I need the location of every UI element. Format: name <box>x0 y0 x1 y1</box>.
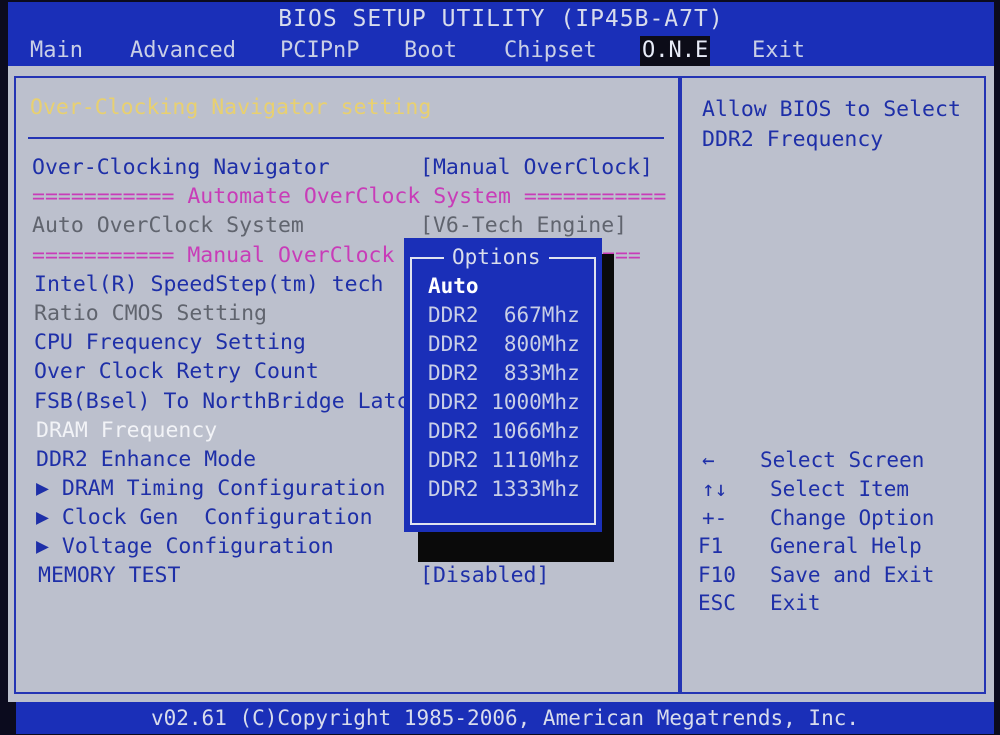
popup-title: Options <box>444 242 549 272</box>
key-select-item: Select Item <box>770 477 910 501</box>
divider-automate: =========== Automate OverClock System ==… <box>32 184 667 209</box>
divider-manual: =========== Manual OverClock <box>32 243 395 268</box>
title-bar: BIOS SETUP UTILITY (IP45B-A7T) <box>8 2 994 36</box>
submenu-clock-gen[interactable]: ▶ Clock Gen Configuration <box>36 504 373 532</box>
tab-pcipnp[interactable]: PCIPnP <box>278 36 361 66</box>
tab-main[interactable]: Main <box>28 36 85 66</box>
key-exit: Exit <box>770 591 821 615</box>
key-f1: F1 <box>698 534 724 558</box>
tab-one[interactable]: O.N.E <box>640 36 711 66</box>
section-title: Over-Clocking Navigator setting <box>30 95 432 120</box>
setting-ocn-label[interactable]: Over-Clocking Navigator <box>32 154 330 182</box>
setting-auto-oc-label: Auto OverClock System <box>32 213 304 238</box>
setting-cpu-freq[interactable]: CPU Frequency Setting <box>34 329 306 357</box>
setting-retry-count[interactable]: Over Clock Retry Count <box>34 358 319 386</box>
submenu-dram-timing[interactable]: ▶ DRAM Timing Configuration <box>36 475 386 503</box>
help-text-line1: Allow BIOS to Select <box>702 97 961 122</box>
setting-ratio-cmos: Ratio CMOS Setting <box>34 301 267 326</box>
key-select-screen: Select Screen <box>760 448 925 472</box>
key-esc: ESC <box>698 591 736 615</box>
help-text-line2: DDR2 Frequency <box>702 127 884 152</box>
tab-exit[interactable]: Exit <box>750 36 807 66</box>
tab-chipset[interactable]: Chipset <box>502 36 599 66</box>
submenu-voltage[interactable]: ▶ Voltage Configuration <box>36 533 334 561</box>
left-arrow-icon: ← <box>702 448 715 472</box>
key-f10: F10 <box>698 563 736 587</box>
key-change-option: Change Option <box>770 506 935 530</box>
setting-ocn-value[interactable]: [Manual OverClock] <box>420 154 653 182</box>
setting-speedstep[interactable]: Intel(R) SpeedStep(tm) tech <box>34 271 384 299</box>
setting-fsb-latch[interactable]: FSB(Bsel) To NorthBridge Latch <box>34 388 422 416</box>
key-plus-minus: +- <box>702 506 728 530</box>
footer-copyright: v02.61 (C)Copyright 1985-2006, American … <box>16 702 994 734</box>
option-ddr2-1066[interactable]: DDR2 1066Mhz <box>428 417 580 445</box>
setting-memory-test-label[interactable]: MEMORY TEST <box>38 562 180 590</box>
option-ddr2-800[interactable]: DDR2 800Mhz <box>428 330 580 358</box>
option-ddr2-1110[interactable]: DDR2 1110Mhz <box>428 446 580 474</box>
setting-auto-oc-value: [V6-Tech Engine] <box>420 213 628 238</box>
setting-dram-frequency[interactable]: DRAM Frequency <box>36 417 217 445</box>
setting-memory-test-value[interactable]: [Disabled] <box>420 562 549 590</box>
up-down-arrow-icon: ↑↓ <box>702 477 728 501</box>
section-divider <box>28 137 664 139</box>
key-general-help: General Help <box>770 534 922 558</box>
option-ddr2-667[interactable]: DDR2 667Mhz <box>428 301 580 329</box>
setting-ddr2-enhance[interactable]: DDR2 Enhance Mode <box>36 446 256 474</box>
options-popup: Options Auto DDR2 667Mhz DDR2 800Mhz DDR… <box>404 238 602 532</box>
key-save-exit: Save and Exit <box>770 563 935 587</box>
bios-screen: BIOS SETUP UTILITY (IP45B-A7T) Main Adva… <box>0 0 1000 735</box>
popup-shadow-side <box>600 254 614 514</box>
option-ddr2-833[interactable]: DDR2 833Mhz <box>428 359 580 387</box>
option-ddr2-1000[interactable]: DDR2 1000Mhz <box>428 388 580 416</box>
tab-boot[interactable]: Boot <box>402 36 459 66</box>
tab-advanced[interactable]: Advanced <box>128 36 238 66</box>
option-auto[interactable]: Auto <box>428 272 479 300</box>
menu-bar: Main Advanced PCIPnP Boot Chipset O.N.E … <box>8 36 994 66</box>
option-ddr2-1333[interactable]: DDR2 1333Mhz <box>428 475 580 503</box>
